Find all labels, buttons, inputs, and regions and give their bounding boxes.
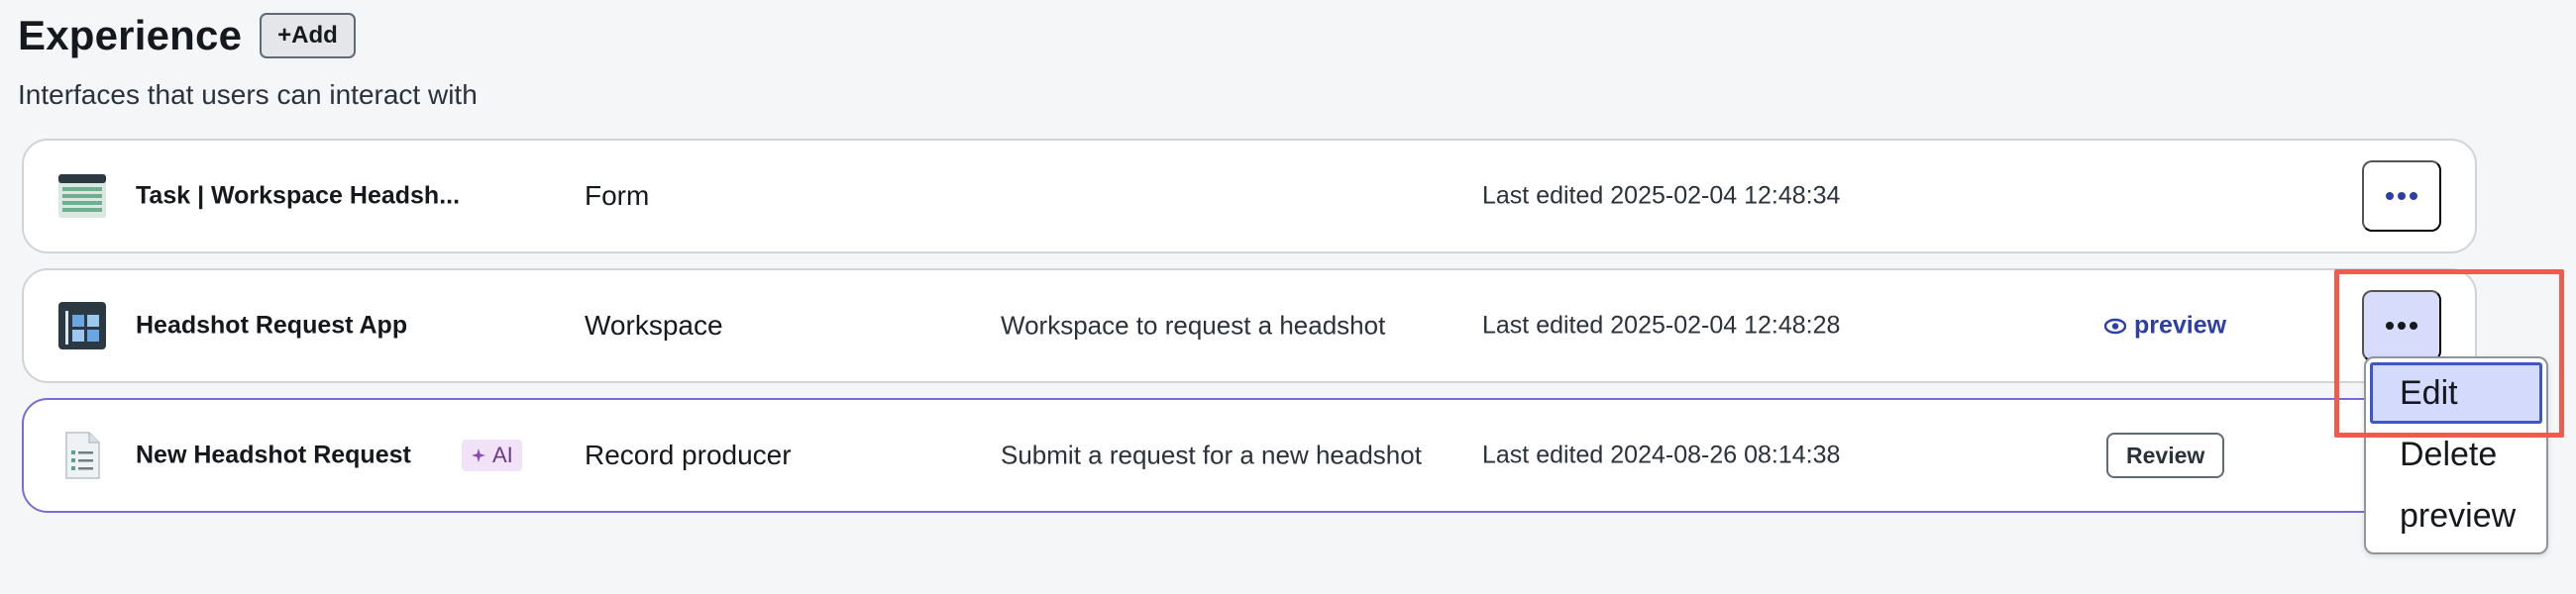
preview-label: preview [2134,311,2227,340]
page-subtitle: Interfaces that users can interact with [18,79,478,110]
row-actions-menu: Edit Delete preview [2364,356,2548,554]
more-options-button[interactable] [2362,160,2441,232]
menu-item-edit[interactable]: Edit [2370,362,2542,424]
row-type: Form [585,180,650,211]
ellipsis-icon [2386,192,2394,200]
row-description: Submit a request for a new headshot [1001,440,1422,470]
review-button[interactable]: Review [2106,433,2225,478]
document-list-icon [65,432,100,479]
page-title: Experience [18,12,243,58]
ai-badge-label: AI [492,443,513,467]
row-name[interactable]: Headshot Request App [136,312,407,341]
row-name[interactable]: New Headshot Request [136,442,411,470]
page-header: Experience +Add [18,12,356,59]
row-last-edited: Last edited 2024-08-26 08:14:38 [1482,441,1841,469]
row-last-edited: Last edited 2025-02-04 12:48:28 [1482,311,1841,340]
row-type: Workspace [585,310,723,341]
preview-link[interactable]: preview [2104,312,2226,341]
sparkle-icon [472,448,485,462]
more-options-button[interactable] [2362,290,2441,361]
eye-icon [2104,318,2126,334]
ellipsis-icon [2386,322,2394,330]
row-type: Record producer [585,440,792,470]
experience-row-record-producer[interactable]: New Headshot Request AI Record producer … [22,398,2477,513]
workspace-app-icon [58,302,106,349]
row-description: Workspace to request a headshot [1001,310,1386,341]
row-name[interactable]: Task | Workspace Headsh... [136,182,460,211]
experience-row-workspace[interactable]: Headshot Request App Workspace Workspace… [22,268,2477,383]
row-last-edited: Last edited 2025-02-04 12:48:34 [1482,181,1841,210]
add-button[interactable]: +Add [260,13,356,58]
ai-badge: AI [462,440,522,471]
experience-row-task[interactable]: Task | Workspace Headsh... Form Last edi… [22,139,2477,253]
table-icon [58,174,106,218]
menu-item-preview[interactable]: preview [2370,485,2542,546]
menu-item-delete[interactable]: Delete [2370,424,2542,485]
